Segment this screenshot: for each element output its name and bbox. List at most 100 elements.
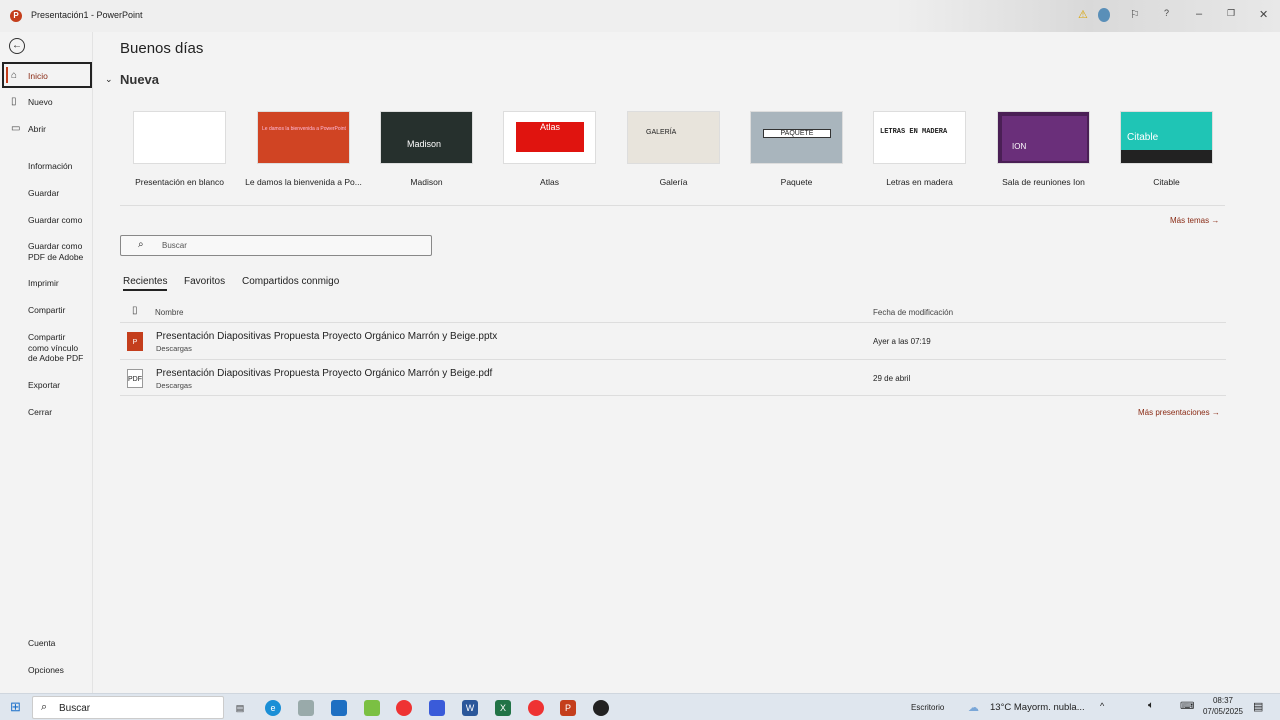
file-location: Descargas xyxy=(156,381,192,390)
desktop-toolbar[interactable]: Escritorio xyxy=(911,703,944,712)
clock-date[interactable]: 07/05/2025 xyxy=(1202,707,1244,716)
template-label[interactable]: Paquete xyxy=(735,177,858,187)
new-heading: Nueva xyxy=(120,72,160,87)
weather-icon: ☁ xyxy=(968,702,979,714)
help-icon[interactable]: ? xyxy=(1164,8,1169,18)
chrome-icon[interactable] xyxy=(528,700,544,716)
minimize-button[interactable]: – xyxy=(1196,8,1202,20)
template-thumbnail[interactable]: LETRAS EN MADERA xyxy=(873,111,966,164)
sidebar-item-cuenta[interactable]: Cuenta xyxy=(28,638,55,649)
taskbar-search-label: Buscar xyxy=(59,703,91,714)
template-label[interactable]: Galería xyxy=(612,177,735,187)
more-presentations-link[interactable]: Más presentaciones → xyxy=(1138,408,1220,417)
sidebar-item-guardar-como[interactable]: Guardar como xyxy=(28,215,82,226)
task-view-icon[interactable]: ▤ xyxy=(232,700,248,716)
sidebar-item-nuevo[interactable]: Nuevo xyxy=(28,97,53,108)
restore-button[interactable]: ❐ xyxy=(1227,8,1235,19)
clock-time[interactable]: 08:37 xyxy=(1202,696,1244,705)
template-label[interactable]: Letras en madera xyxy=(858,177,981,187)
template-thumbnail[interactable] xyxy=(133,111,226,164)
sidebar-item-guardar[interactable]: Guardar xyxy=(28,188,59,199)
taskbar: ⊞ ⌕ Buscar ▤ e W X P Escritorio ☁ 13°C M… xyxy=(0,693,1280,720)
template-thumbnail[interactable]: ION xyxy=(997,111,1090,164)
template-label[interactable]: Le damos la bienvenida a Po... xyxy=(242,177,365,187)
template-thumbnail[interactable]: PAQUETE xyxy=(750,111,843,164)
template-label[interactable]: Atlas xyxy=(488,177,611,187)
template-thumbnail-text: Citable xyxy=(1127,132,1159,143)
chrome-icon[interactable] xyxy=(396,700,412,716)
file-type-icon: ▯ xyxy=(132,305,138,316)
app-icon[interactable] xyxy=(298,700,314,716)
weather-text[interactable]: 13°C Mayorm. nubla... xyxy=(990,702,1085,713)
file-location: Descargas xyxy=(156,344,192,353)
avatar[interactable] xyxy=(1098,8,1110,22)
backstage-sidebar: ← ⌂ Inicio ▯ Nuevo ▭ Abrir Información G… xyxy=(0,32,93,693)
sidebar-item-imprimir[interactable]: Imprimir xyxy=(28,278,59,289)
app-icon[interactable] xyxy=(593,700,609,716)
title-bar: P Presentación1 - PowerPoint ⚠ ⚐ ? – ❐ ✕ xyxy=(0,0,1280,32)
template-label[interactable]: Madison xyxy=(365,177,488,187)
template-thumbnail[interactable]: Madison xyxy=(380,111,473,164)
home-icon: ⌂ xyxy=(11,70,18,81)
search-input[interactable]: ⌕ Buscar xyxy=(120,235,432,256)
folder-open-icon: ▭ xyxy=(11,123,21,134)
remote-desktop-icon[interactable] xyxy=(429,700,445,716)
collapse-chevron-icon[interactable]: ⌄ xyxy=(105,74,113,85)
template-thumbnail-text: GALERÍA xyxy=(646,129,677,136)
file-date: 29 de abril xyxy=(873,374,911,383)
sidebar-item-compartir[interactable]: Compartir xyxy=(28,305,65,316)
sidebar-item-exportar[interactable]: Exportar xyxy=(28,380,60,391)
template-label[interactable]: Sala de reuniones Ion xyxy=(982,177,1105,187)
more-themes-link[interactable]: Más temas → xyxy=(1170,216,1219,225)
sidebar-item-opciones[interactable]: Opciones xyxy=(28,665,64,676)
close-button[interactable]: ✕ xyxy=(1259,8,1268,21)
pptx-file-icon: P xyxy=(127,332,143,351)
template-label[interactable]: Citable xyxy=(1105,177,1228,187)
notification-icon[interactable]: ▤ xyxy=(1253,700,1263,713)
warning-icon[interactable]: ⚠ xyxy=(1078,8,1088,21)
edge-icon[interactable]: e xyxy=(265,700,281,716)
sidebar-item-compartir-vinculo-adobe[interactable]: Compartir como vínculo de Adobe PDF xyxy=(28,332,84,364)
file-name: Presentación Diapositivas Propuesta Proy… xyxy=(156,368,493,379)
home-pane: Buenos días ⌄ Nueva Presentación en blan… xyxy=(93,32,1280,693)
template-thumbnail[interactable]: Citable xyxy=(1120,111,1213,164)
app-icon[interactable] xyxy=(364,700,380,716)
search-icon: ⌕ xyxy=(41,701,48,713)
taskbar-search[interactable]: ⌕ Buscar xyxy=(32,696,224,719)
feedback-icon[interactable]: ⚐ xyxy=(1130,8,1140,21)
template-thumbnail-text: LETRAS EN MADERA xyxy=(880,128,948,136)
sidebar-item-guardar-pdf-adobe[interactable]: Guardar como PDF de Adobe xyxy=(28,241,86,262)
tray-chevron-icon[interactable]: ^ xyxy=(1100,701,1104,711)
sidebar-item-cerrar[interactable]: Cerrar xyxy=(28,407,52,418)
new-file-icon: ▯ xyxy=(11,96,17,107)
windows-start-icon[interactable]: ⊞ xyxy=(10,699,21,715)
sidebar-item-abrir[interactable]: Abrir xyxy=(28,124,46,135)
tab-compartidos[interactable]: Compartidos conmigo xyxy=(242,276,339,287)
tab-favoritos[interactable]: Favoritos xyxy=(184,276,225,287)
file-date: Ayer a las 07:19 xyxy=(873,337,931,346)
template-label[interactable]: Presentación en blanco xyxy=(118,177,241,187)
back-arrow-icon[interactable]: ← xyxy=(9,38,25,54)
volume-icon[interactable]: 🔈︎ xyxy=(1148,700,1154,711)
powerpoint-taskbar-icon[interactable]: P xyxy=(560,700,576,716)
template-thumbnail-text: Madison xyxy=(407,139,442,149)
tab-recientes[interactable]: Recientes xyxy=(123,276,168,291)
template-thumbnail[interactable]: Le damos la bienvenida a PowerPoint xyxy=(257,111,350,164)
column-date[interactable]: Fecha de modificación xyxy=(873,308,953,317)
template-thumbnail-text: ION xyxy=(1002,116,1087,161)
word-icon[interactable]: W xyxy=(462,700,478,716)
excel-icon[interactable]: X xyxy=(495,700,511,716)
file-row[interactable]: P Presentación Diapositivas Propuesta Pr… xyxy=(120,322,1226,359)
file-row[interactable]: PDF Presentación Diapositivas Propuesta … xyxy=(120,359,1226,396)
template-thumbnail-text: Atlas xyxy=(516,122,584,152)
store-icon[interactable] xyxy=(331,700,347,716)
column-name[interactable]: Nombre xyxy=(155,308,183,317)
keyboard-icon[interactable]: ⌨ xyxy=(1180,701,1194,712)
template-thumbnail[interactable]: GALERÍA xyxy=(627,111,720,164)
sidebar-item-informacion[interactable]: Información xyxy=(28,161,72,172)
template-thumbnail-text: PAQUETE xyxy=(763,129,831,138)
sidebar-item-inicio[interactable]: Inicio xyxy=(28,71,48,82)
template-thumbnail[interactable]: Atlas xyxy=(503,111,596,164)
template-band xyxy=(1121,150,1212,163)
greeting: Buenos días xyxy=(120,40,204,57)
